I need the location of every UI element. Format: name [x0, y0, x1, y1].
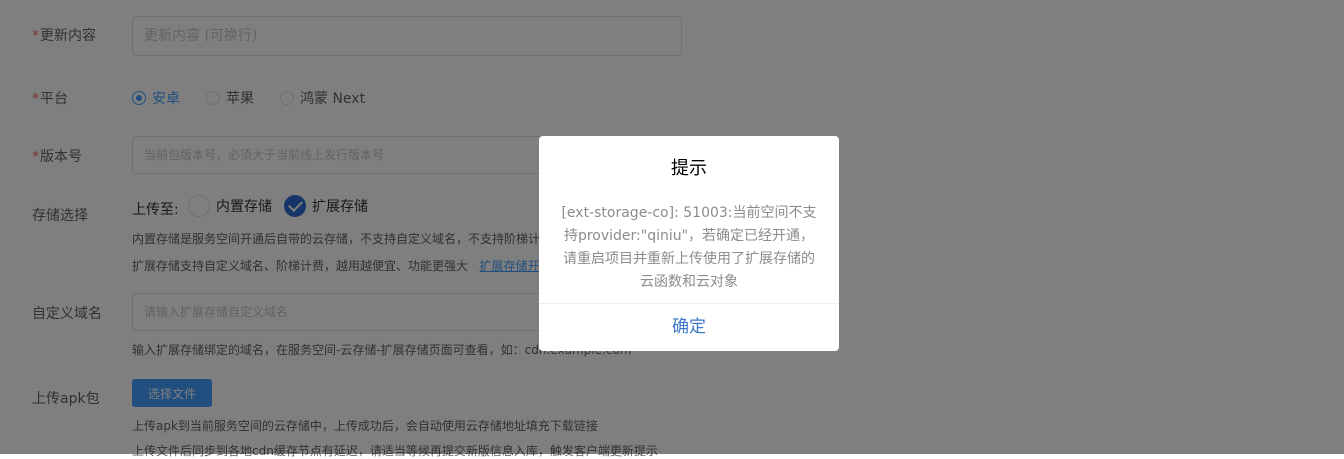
dialog-title: 提示	[671, 158, 707, 179]
alert-dialog: 提示 [ext-storage-co]: 51003:当前空间不支持provid…	[539, 136, 839, 351]
dialog-message: [ext-storage-co]: 51003:当前空间不支持provider:…	[561, 205, 817, 290]
dialog-confirm-button[interactable]: 确定	[539, 304, 839, 351]
